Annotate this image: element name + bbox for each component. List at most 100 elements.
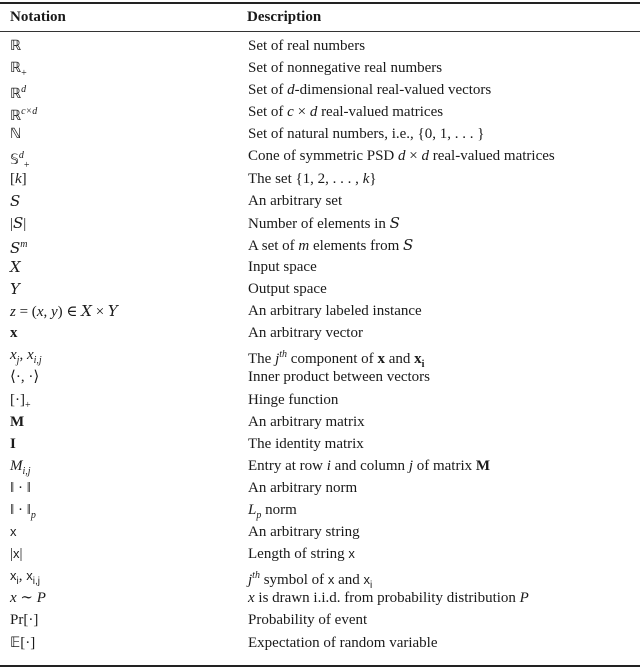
math-segment: Probability of event xyxy=(248,612,368,629)
top-rule xyxy=(0,2,640,4)
math-segment: ‖ · ‖ xyxy=(10,501,31,518)
math-segment: is drawn i.i.d. from probability distrib… xyxy=(254,590,520,607)
math-segment: x xyxy=(10,590,17,607)
math-segment: An arbitrary labeled instance xyxy=(248,303,422,320)
math-segment: = ( xyxy=(15,304,37,321)
table-row: x An arbitrary vector xyxy=(0,322,640,344)
math-segment: i,j xyxy=(22,465,31,477)
notation-cell: M xyxy=(10,412,24,432)
table-row: ‖ · ‖p Lp norm xyxy=(0,499,640,521)
table-row: M An arbitrary matrix xyxy=(0,411,640,433)
table-row: |S| Number of elements in S xyxy=(0,212,640,234)
math-segment: x xyxy=(248,590,255,607)
table-row: Sm A set of m elements from S xyxy=(0,234,640,257)
math-segment: ℝ xyxy=(10,86,22,103)
table-row: S An arbitrary set xyxy=(0,190,640,212)
notation-cell: x ∼ P xyxy=(10,588,46,608)
table-row: ℕ Set of natural numbers, i.e., {0, 1, . … xyxy=(0,123,640,145)
math-segment: Set of xyxy=(248,82,288,99)
math-segment: x xyxy=(10,347,17,364)
notation-cell: |x| xyxy=(10,544,23,564)
math-segment: i,j xyxy=(33,355,42,367)
math-segment: d xyxy=(287,82,295,99)
table-row: 𝔼[·] Expectation of random variable xyxy=(0,632,640,654)
math-segment: The set {1, 2, . . . , xyxy=(248,170,363,187)
math-segment: real-valued matrices xyxy=(428,148,555,165)
notation-cell: X xyxy=(10,257,21,278)
math-segment: Pr[·] xyxy=(10,612,39,629)
description-cell: Set of natural numbers, i.e., {0, 1, . .… xyxy=(248,124,484,144)
math-segment: P xyxy=(519,590,529,607)
math-segment: x xyxy=(10,524,17,540)
math-segment: | xyxy=(23,215,27,232)
table-row: Y Output space xyxy=(0,278,640,300)
math-segment: x xyxy=(414,351,422,368)
table-row: ℝ Set of real numbers xyxy=(0,35,640,57)
math-segment: | xyxy=(19,546,23,563)
notation-cell: S xyxy=(10,191,20,212)
description-cell: Output space xyxy=(248,279,327,299)
notation-cell: I xyxy=(10,434,16,454)
math-segment: × xyxy=(293,104,310,121)
math-segment: x xyxy=(26,347,34,364)
notation-cell: Pr[·] xyxy=(10,610,38,630)
math-segment: + xyxy=(21,68,27,80)
math-segment: of matrix xyxy=(412,457,476,474)
description-cell: Cone of symmetric PSD d × d real-valued … xyxy=(248,146,555,166)
math-segment: Inner product between vectors xyxy=(248,369,431,386)
header-notation: Notation xyxy=(10,9,66,25)
notation-cell: ℝ xyxy=(10,36,21,56)
notation-cell: |S| xyxy=(10,213,26,234)
math-segment: Input space xyxy=(248,258,317,275)
table-row: z = (x, y) ∈ X × Y An arbitrary labeled i… xyxy=(0,300,640,322)
math-segment: , xyxy=(43,304,51,321)
description-cell: An arbitrary string xyxy=(248,522,360,542)
math-segment: + xyxy=(25,399,31,411)
table-row: 𝕊d+ Cone of symmetric PSD d × d real-valu… xyxy=(0,145,640,171)
math-segment: Hinge function xyxy=(248,391,339,408)
math-segment: th xyxy=(252,570,260,582)
notation-cell: Y xyxy=(10,279,20,300)
table-row: ℝ+ Set of nonnegative real numbers xyxy=(0,57,640,79)
table-row: x An arbitrary string xyxy=(0,521,640,543)
table-body: ℝ Set of real numbers ℝ+ Set of nonnegative… xyxy=(0,35,640,654)
description-cell: An arbitrary norm xyxy=(248,478,357,498)
description-cell: Set of real numbers xyxy=(248,36,365,56)
table-row: [k] The set {1, 2, . . . , k} xyxy=(0,168,640,190)
bottom-rule xyxy=(0,665,640,667)
math-segment: 𝕊 xyxy=(10,152,19,169)
table-row: Pr[·] Probability of event xyxy=(0,609,640,631)
description-cell: The set {1, 2, . . . , k} xyxy=(248,169,377,189)
notation-cell: ‖ · ‖ xyxy=(10,478,31,498)
table-row: Mi,j Entry at row i and column j of matri… xyxy=(0,455,640,477)
math-segment: P xyxy=(36,590,46,607)
math-segment: An arbitrary vector xyxy=(248,325,363,342)
math-segment: [·] xyxy=(10,391,25,408)
description-cell: A set of m elements from S xyxy=(248,235,413,256)
math-segment: X xyxy=(10,257,21,276)
math-segment: S xyxy=(13,213,24,232)
math-segment: A set of xyxy=(248,237,299,254)
math-segment: th xyxy=(279,349,288,361)
math-segment: Set of xyxy=(248,104,288,121)
notation-cell: x xyxy=(10,323,18,343)
math-segment: and xyxy=(384,351,415,368)
math-segment: Set of real numbers xyxy=(248,38,366,54)
math-segment: ) ∈ xyxy=(57,304,82,321)
math-segment: S xyxy=(403,235,414,254)
math-segment: × xyxy=(91,304,108,321)
math-segment: S xyxy=(10,191,21,210)
description-cell: An arbitrary matrix xyxy=(248,412,365,432)
math-segment: ‖ · ‖ xyxy=(10,479,31,496)
math-segment: ℕ xyxy=(10,126,22,143)
mid-rule xyxy=(0,31,640,32)
math-segment: } xyxy=(369,170,377,187)
math-segment: Y xyxy=(107,302,118,321)
math-segment: p xyxy=(30,509,36,521)
math-segment: M xyxy=(10,457,23,474)
math-segment: c×d xyxy=(21,106,38,118)
description-cell: An arbitrary vector xyxy=(248,323,363,343)
description-cell: Probability of event xyxy=(248,610,367,630)
description-cell: Inner product between vectors xyxy=(248,367,430,387)
notation-cell: ⟨·, ·⟩ xyxy=(10,367,39,387)
